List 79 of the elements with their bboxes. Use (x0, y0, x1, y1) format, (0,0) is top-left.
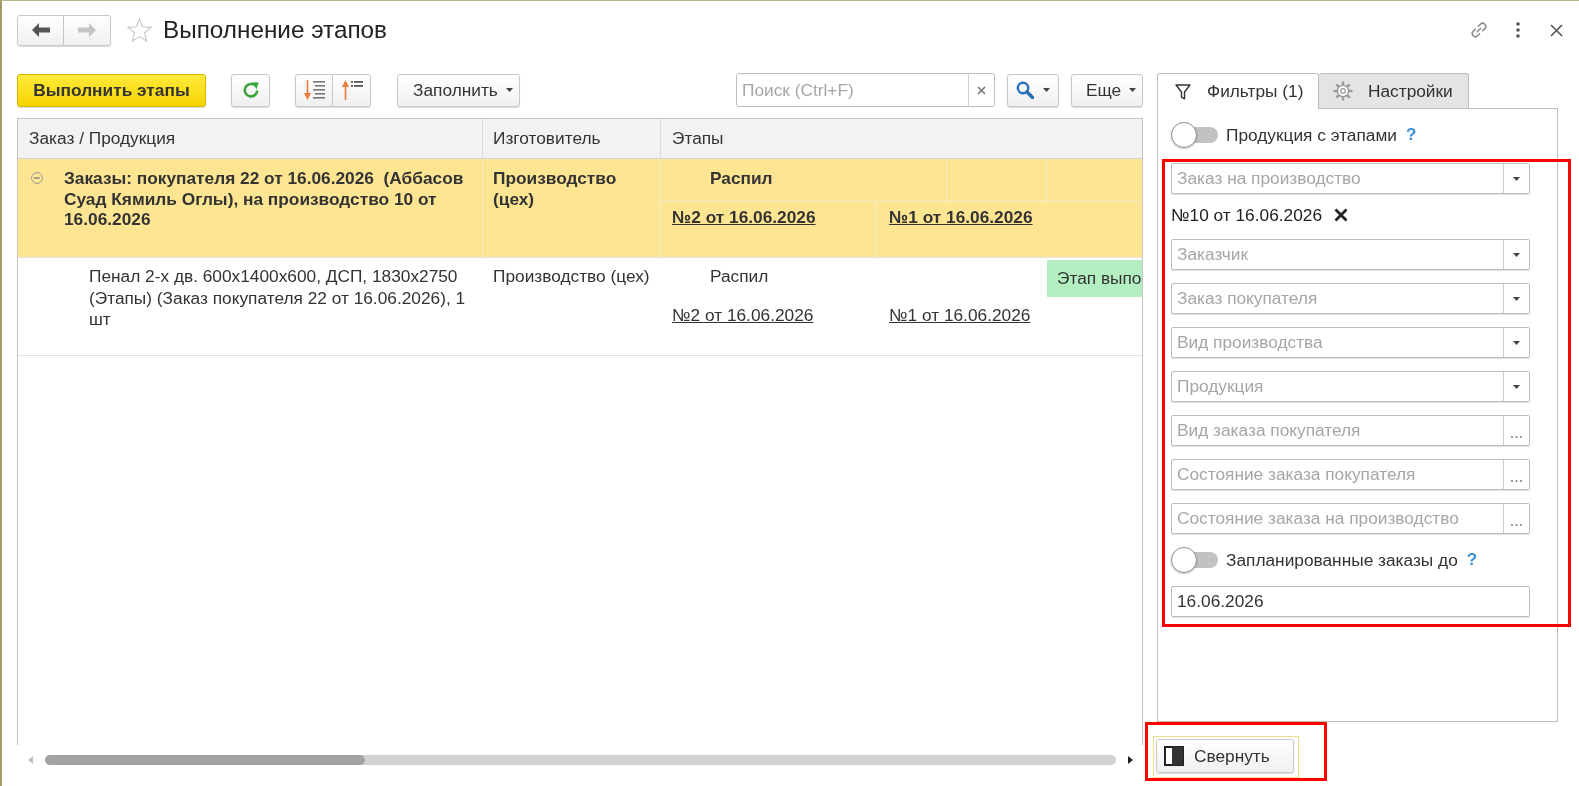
sort-up-icon (340, 80, 363, 100)
more-icon[interactable] (1516, 22, 1520, 38)
dropdown-button[interactable] (1503, 164, 1529, 193)
table-cell-text: Производство (цех) (493, 168, 618, 209)
caret-icon (1513, 340, 1520, 345)
toggle-label: Запланированные заказы до (1226, 549, 1458, 571)
filter-icon (1175, 83, 1191, 100)
table-cell-text: Производство (цех) (493, 266, 651, 288)
dropdown-button[interactable] (1503, 372, 1529, 401)
column-header[interactable]: Изготовитель (483, 119, 661, 158)
arrow-left-icon (31, 23, 50, 37)
scroll-right-icon[interactable] (1128, 756, 1133, 764)
toggle-label: Продукция с этапами (1226, 124, 1397, 146)
document-link[interactable]: №2 от 16.06.2026 (672, 305, 814, 325)
fill-button[interactable]: Заполнить (397, 73, 520, 107)
choice-button[interactable] (1503, 416, 1529, 445)
dropdown-button[interactable] (1503, 284, 1529, 313)
collapse-icon[interactable] (31, 172, 43, 184)
scrollbar-thumb[interactable] (45, 755, 365, 765)
dropdown-field[interactable]: Заказчик (1171, 239, 1530, 270)
run-stages-button[interactable]: Выполнить этапы (17, 73, 206, 107)
dropdown-field[interactable]: Продукция (1171, 371, 1530, 402)
link-icon[interactable] (1471, 22, 1487, 38)
more-button[interactable]: Еще (1071, 73, 1143, 107)
stage-name: Распил (710, 266, 770, 288)
clear-button[interactable] (968, 74, 994, 106)
column-header[interactable]: Заказ / Продукция (18, 119, 483, 158)
toggle-switch[interactable] (1171, 547, 1218, 573)
caret-icon (1513, 296, 1520, 301)
close-icon[interactable] (1334, 208, 1348, 222)
dropdown-field[interactable]: Заказ на производство (1171, 163, 1530, 194)
filter-value: №10 от 16.06.2026 (1171, 204, 1322, 226)
scrollbar-track[interactable] (45, 755, 1116, 765)
settings-icon (1333, 81, 1353, 101)
stage-name: Распил (710, 168, 774, 189)
close-icon[interactable] (1550, 23, 1563, 37)
arrow-right-icon (78, 23, 96, 37)
dropdown-field[interactable]: Вид производства (1171, 327, 1530, 358)
scroll-left-icon[interactable] (28, 756, 33, 764)
caret-icon (1043, 88, 1050, 92)
dropdown-button[interactable] (1503, 328, 1529, 357)
product-name: Пенал 2-х дв. 600х1400х600, ДСП, 1830х2750 (Этапы) (Заказ покупателя 22 от 16.06.2026), 1 шт (89, 266, 467, 331)
clear-icon (977, 85, 986, 95)
search-icon (1016, 81, 1034, 99)
search-field[interactable]: Поиск (Ctrl+F) (736, 73, 995, 107)
choice-field[interactable]: Состояние заказа на производство (1171, 503, 1530, 534)
group-row[interactable]: Заказы: покупателя 22 от 16.06.2026 (Аббасов Суад Кямиль Оглы), на производство 10 от 16.06.2026 Производство (цех) Распил №2 от 16.06.2026 №1 от 16.06.2026 (18, 159, 1142, 258)
star-icon[interactable] (127, 18, 152, 42)
dropdown-field[interactable]: Заказ покупателя (1171, 283, 1530, 314)
panel-icon (1164, 746, 1184, 766)
sort-down-icon (303, 80, 325, 100)
choice-field[interactable]: Состояние заказа покупателя (1171, 459, 1530, 490)
document-link[interactable]: №2 от 16.06.2026 (672, 207, 816, 227)
dropdown-button[interactable] (1503, 240, 1529, 269)
choice-button[interactable] (1503, 504, 1529, 533)
order-title: Заказы: покупателя 22 от 16.06.2026 (Аббасов Суад Кямиль Оглы), на производство 10 от 16.06.2026 (64, 168, 465, 230)
window-title: Выполнение этапов (163, 16, 387, 44)
date-field[interactable]: 16.06.2026 (1171, 586, 1530, 617)
panel-tab[interactable]: Фильтры (1) (1157, 73, 1319, 109)
refresh-button[interactable] (231, 73, 270, 107)
caret-icon (505, 88, 513, 92)
refresh-icon (241, 81, 260, 99)
column-header[interactable]: Этапы (661, 119, 1142, 158)
choice-field[interactable]: Вид заказа покупателя (1171, 415, 1530, 446)
caret-icon (1513, 252, 1520, 257)
toggle-switch[interactable] (1171, 122, 1218, 148)
search-button[interactable] (1007, 73, 1059, 107)
caret-icon (1513, 176, 1520, 181)
back-button[interactable] (17, 14, 64, 46)
caret-icon (1129, 88, 1137, 92)
caret-icon (1513, 384, 1520, 389)
document-link[interactable]: №1 от 16.06.2026 (889, 207, 1033, 227)
document-link[interactable]: №1 от 16.06.2026 (889, 305, 1031, 325)
sort-button[interactable] (333, 73, 371, 107)
collapse-button[interactable]: Свернуть (1156, 739, 1294, 773)
sort-button[interactable] (295, 73, 333, 107)
status-cell: Этап выпо (1047, 260, 1142, 297)
panel-tab[interactable]: Настройки (1319, 73, 1469, 108)
choice-button[interactable] (1503, 460, 1529, 489)
